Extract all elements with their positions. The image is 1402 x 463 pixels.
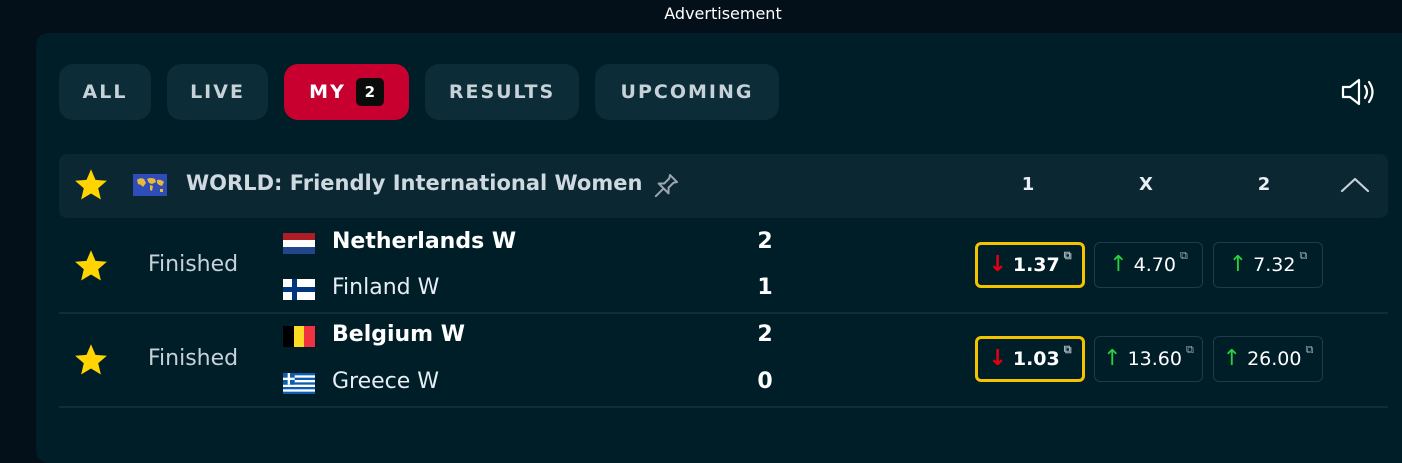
odds-draw-button[interactable]: ↑ 13.60 ⧉: [1094, 336, 1203, 382]
star-icon[interactable]: [72, 167, 110, 203]
odds-draw-button[interactable]: ↑ 4.70 ⧉: [1094, 242, 1203, 288]
external-link-icon: ⧉: [1185, 343, 1194, 356]
tab-my[interactable]: MY 2: [284, 64, 409, 120]
away-team-name[interactable]: Finland W: [332, 275, 439, 300]
match-status: Finished: [148, 346, 239, 371]
match-status: Finished: [148, 252, 239, 277]
tab-all[interactable]: ALL: [59, 64, 151, 120]
star-icon[interactable]: [72, 342, 110, 378]
odds-away-button[interactable]: ↑ 7.32 ⧉: [1213, 242, 1323, 288]
tab-upcoming[interactable]: UPCOMING: [595, 64, 779, 120]
my-count-badge: 2: [355, 78, 384, 106]
league-name[interactable]: WORLD: Friendly International Women: [186, 171, 642, 195]
away-score: 0: [757, 369, 773, 394]
arrow-up-icon: ↑: [1109, 252, 1128, 277]
odds-value: 4.70: [1133, 254, 1176, 276]
odds-away-button[interactable]: ↑ 26.00 ⧉: [1213, 336, 1323, 382]
column-home-win: 1: [1021, 174, 1035, 195]
speaker-icon[interactable]: [1340, 76, 1378, 108]
away-team-name[interactable]: Greece W: [332, 369, 439, 394]
greece-flag-icon: [283, 373, 315, 394]
world-flag-icon: [133, 174, 167, 196]
column-draw: X: [1139, 174, 1153, 195]
tab-results[interactable]: RESULTS: [425, 64, 579, 120]
tab-results-label: RESULTS: [448, 81, 556, 103]
row-divider: [59, 406, 1388, 408]
column-away-win: 2: [1257, 174, 1271, 195]
home-score: 2: [757, 322, 773, 347]
arrow-down-icon: ↓: [988, 252, 1007, 277]
tab-my-label: MY: [309, 81, 346, 103]
tab-live-label: LIVE: [190, 81, 245, 103]
odds-value: 1.03: [1012, 348, 1060, 370]
home-score: 2: [757, 229, 773, 254]
external-link-icon: ⧉: [1063, 249, 1072, 262]
arrow-down-icon: ↓: [988, 346, 1007, 371]
advertisement-label: Advertisement: [664, 4, 782, 23]
external-link-icon: ⧉: [1063, 343, 1072, 356]
home-team-name[interactable]: Netherlands W: [332, 229, 516, 254]
tab-all-label: ALL: [82, 81, 128, 103]
chevron-up-icon[interactable]: [1340, 175, 1370, 195]
finland-flag-icon: [283, 279, 315, 300]
arrow-up-icon: ↑: [1222, 346, 1242, 371]
odds-value: 26.00: [1247, 348, 1302, 370]
external-link-icon: ⧉: [1305, 343, 1314, 356]
odds-home-button[interactable]: ↓ 1.03 ⧉: [975, 336, 1085, 382]
tab-upcoming-label: UPCOMING: [620, 81, 754, 103]
external-link-icon: ⧉: [1299, 249, 1308, 262]
home-team-name[interactable]: Belgium W: [332, 322, 465, 347]
pin-icon[interactable]: [648, 170, 682, 204]
row-divider: [59, 312, 1388, 314]
odds-value: 1.37: [1012, 254, 1060, 276]
arrow-up-icon: ↑: [1103, 346, 1122, 371]
netherlands-flag-icon: [283, 233, 315, 254]
arrow-up-icon: ↑: [1228, 252, 1248, 277]
star-icon[interactable]: [72, 248, 110, 284]
odds-value: 7.32: [1253, 254, 1296, 276]
odds-value: 13.60: [1127, 348, 1182, 370]
external-link-icon: ⧉: [1179, 249, 1188, 262]
belgium-flag-icon: [283, 326, 315, 347]
tab-live[interactable]: LIVE: [167, 64, 268, 120]
away-score: 1: [757, 275, 773, 300]
odds-home-button[interactable]: ↓ 1.37 ⧉: [975, 242, 1085, 288]
